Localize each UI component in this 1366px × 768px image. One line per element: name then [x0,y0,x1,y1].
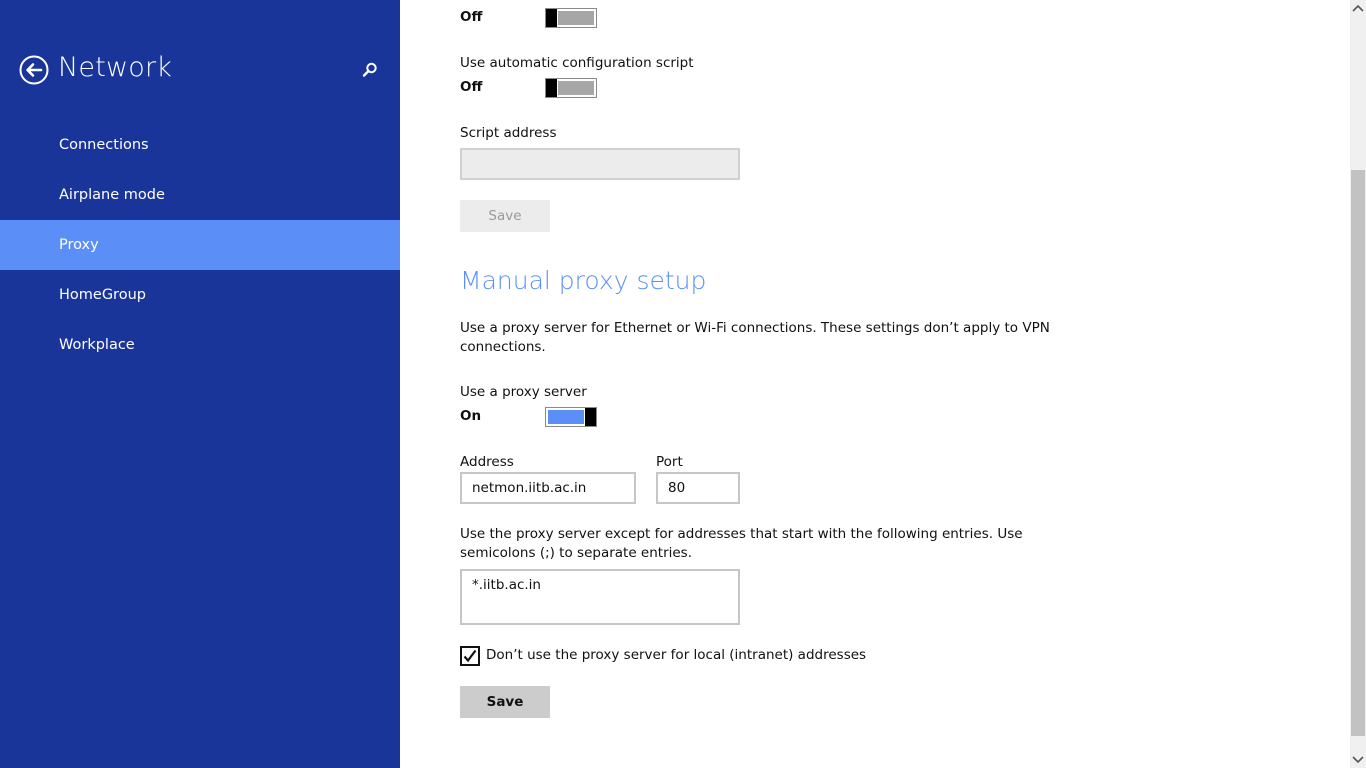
manual-section-title: Manual proxy setup [460,266,707,295]
page-title: Network [58,52,173,83]
toggle-track [548,410,584,424]
checkmark-icon [463,649,477,663]
exceptions-description: Use the proxy server except for addresse… [460,526,1023,561]
local-bypass-checkbox[interactable] [460,646,480,666]
sidebar-item-connections[interactable]: Connections [0,120,400,170]
use-proxy-state: On [460,408,482,424]
scroll-down-arrow-icon[interactable] [1350,752,1366,768]
toggle-thumb [546,9,557,27]
port-input[interactable]: 80 [656,472,740,504]
sidebar-item-airplane-mode[interactable]: Airplane mode [0,170,400,220]
address-label: Address [460,454,514,470]
content-panel: Off Use automatic configuration script O… [400,0,1350,768]
toggle-track [558,81,594,95]
sidebar-item-workplace[interactable]: Workplace [0,320,400,370]
exceptions-textarea[interactable]: *.iitb.ac.in [460,569,740,625]
toggle-thumb [546,79,557,97]
sidebar-item-homegroup[interactable]: HomeGroup [0,270,400,320]
use-proxy-toggle[interactable] [545,407,597,427]
address-input[interactable]: netmon.iitb.ac.in [460,472,636,504]
toggle-thumb [585,408,596,426]
auto-detect-state: Off [460,9,483,25]
auto-script-toggle[interactable] [545,78,597,98]
script-address-label: Script address [460,125,557,141]
port-label: Port [656,454,683,470]
auto-detect-toggle[interactable] [545,8,597,28]
vertical-scrollbar[interactable] [1350,0,1366,768]
auto-script-label: Use automatic configuration script [460,55,694,71]
search-icon[interactable] [360,60,380,80]
nav-list: Connections Airplane mode Proxy HomeGrou… [0,120,400,370]
use-proxy-label: Use a proxy server [460,384,587,400]
script-address-input[interactable] [460,148,740,180]
manual-description: Use a proxy server for Ethernet or Wi-Fi… [460,320,1050,355]
back-arrow-icon[interactable] [19,55,49,85]
sidebar-item-proxy[interactable]: Proxy [0,220,400,270]
local-bypass-label[interactable]: Don’t use the proxy server for local (in… [486,647,866,663]
auto-save-button[interactable]: Save [460,200,550,232]
scroll-up-arrow-icon[interactable] [1350,0,1366,16]
manual-save-button[interactable]: Save [460,686,550,718]
scroll-thumb[interactable] [1351,170,1365,736]
sidebar: Network Connections Airplane mode Proxy … [0,0,400,768]
auto-script-state: Off [460,79,483,95]
toggle-track [558,11,594,25]
